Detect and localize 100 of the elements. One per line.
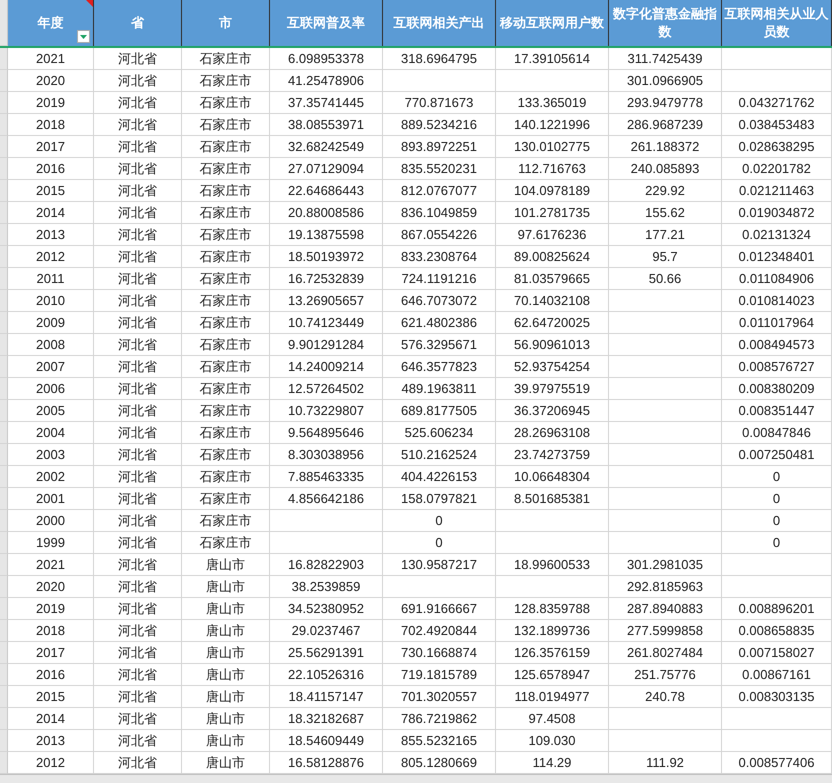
- table-cell: 石家庄市: [182, 422, 270, 444]
- table-cell: 石家庄市: [182, 180, 270, 202]
- table-cell: 867.0554226: [383, 224, 496, 246]
- table-cell: 132.1899736: [496, 620, 609, 642]
- table-cell: 41.25478906: [270, 70, 383, 92]
- row-header[interactable]: [0, 532, 8, 554]
- row-header[interactable]: [0, 70, 8, 92]
- table-cell: 2014: [8, 708, 94, 730]
- row-header[interactable]: [0, 312, 8, 334]
- caret-icon: [80, 34, 87, 38]
- row-header[interactable]: [0, 576, 8, 598]
- row-header[interactable]: [0, 356, 8, 378]
- corner-cell: [0, 0, 8, 46]
- table-cell: 石家庄市: [182, 136, 270, 158]
- table-cell: 石家庄市: [182, 488, 270, 510]
- table-cell: 2015: [8, 686, 94, 708]
- row-header[interactable]: [0, 554, 8, 576]
- table-cell: 唐山市: [182, 708, 270, 730]
- table-cell: 河北省: [94, 422, 182, 444]
- row-header[interactable]: [0, 444, 8, 466]
- row-header[interactable]: [0, 686, 8, 708]
- row-header[interactable]: [0, 664, 8, 686]
- row-header[interactable]: [0, 598, 8, 620]
- table-cell: 10.06648304: [496, 466, 609, 488]
- table-cell: 38.2539859: [270, 576, 383, 598]
- column-header: 数字化普惠金融指数: [609, 0, 722, 46]
- table-cell: 石家庄市: [182, 312, 270, 334]
- row-header[interactable]: [0, 48, 8, 70]
- row-header[interactable]: [0, 400, 8, 422]
- table-cell: 0: [722, 466, 832, 488]
- filter-button[interactable]: [77, 30, 90, 43]
- row-header[interactable]: [0, 246, 8, 268]
- table-cell: 109.030: [496, 730, 609, 752]
- table-cell: 104.0978189: [496, 180, 609, 202]
- row-header[interactable]: [0, 202, 8, 224]
- table-cell: 河北省: [94, 224, 182, 246]
- row-header[interactable]: [0, 378, 8, 400]
- table-cell: 0.007250481: [722, 444, 832, 466]
- table-cell: 489.1963811: [383, 378, 496, 400]
- table-cell: 311.7425439: [609, 48, 722, 70]
- table-cell: 河北省: [94, 158, 182, 180]
- table-cell: 18.99600533: [496, 554, 609, 576]
- table-cell: 2013: [8, 730, 94, 752]
- table-cell: 0.038453483: [722, 114, 832, 136]
- table-cell: 19.13875598: [270, 224, 383, 246]
- table-cell: 25.56291391: [270, 642, 383, 664]
- row-header[interactable]: [0, 224, 8, 246]
- row-header[interactable]: [0, 290, 8, 312]
- table-cell: 河北省: [94, 620, 182, 642]
- row-header[interactable]: [0, 114, 8, 136]
- table-cell: 770.871673: [383, 92, 496, 114]
- table-cell: 293.9479778: [609, 92, 722, 114]
- table-cell: 177.21: [609, 224, 722, 246]
- table-cell: 石家庄市: [182, 400, 270, 422]
- table-cell: 河北省: [94, 268, 182, 290]
- row-header[interactable]: [0, 422, 8, 444]
- row-header[interactable]: [0, 466, 8, 488]
- row-header[interactable]: [0, 752, 8, 774]
- table-cell: 646.7073072: [383, 290, 496, 312]
- table-cell: 0.012348401: [722, 246, 832, 268]
- table-cell: 277.5999858: [609, 620, 722, 642]
- table-cell: 38.08553971: [270, 114, 383, 136]
- row-header[interactable]: [0, 334, 8, 356]
- row-header[interactable]: [0, 510, 8, 532]
- table-cell: 唐山市: [182, 576, 270, 598]
- table-cell: 2018: [8, 114, 94, 136]
- table-cell: 河北省: [94, 70, 182, 92]
- table-cell: 0.028638295: [722, 136, 832, 158]
- row-header[interactable]: [0, 708, 8, 730]
- table-cell: 2010: [8, 290, 94, 312]
- table-cell: 0: [722, 510, 832, 532]
- table-cell: 261.8027484: [609, 642, 722, 664]
- table-cell: 石家庄市: [182, 444, 270, 466]
- table-cell: 301.0966905: [609, 70, 722, 92]
- table-cell: 0: [722, 488, 832, 510]
- row-header[interactable]: [0, 92, 8, 114]
- table-cell: 836.1049859: [383, 202, 496, 224]
- row-header[interactable]: [0, 488, 8, 510]
- table-cell: 2000: [8, 510, 94, 532]
- row-header[interactable]: [0, 158, 8, 180]
- table-cell: 唐山市: [182, 686, 270, 708]
- table-cell: 2007: [8, 356, 94, 378]
- table-cell: 18.32182687: [270, 708, 383, 730]
- row-header[interactable]: [0, 268, 8, 290]
- table-cell: 112.716763: [496, 158, 609, 180]
- row-header[interactable]: [0, 620, 8, 642]
- row-header[interactable]: [0, 642, 8, 664]
- table-cell: 39.97975519: [496, 378, 609, 400]
- table-cell: 0.008380209: [722, 378, 832, 400]
- table-cell: 155.62: [609, 202, 722, 224]
- table-cell: 689.8177505: [383, 400, 496, 422]
- row-header[interactable]: [0, 180, 8, 202]
- column-header: 互联网相关产出: [383, 0, 496, 46]
- table-cell: 河北省: [94, 290, 182, 312]
- table-cell: 2009: [8, 312, 94, 334]
- table-cell: 石家庄市: [182, 378, 270, 400]
- row-header[interactable]: [0, 730, 8, 752]
- table-cell: 2001: [8, 488, 94, 510]
- table-cell: 0.02131324: [722, 224, 832, 246]
- row-header[interactable]: [0, 136, 8, 158]
